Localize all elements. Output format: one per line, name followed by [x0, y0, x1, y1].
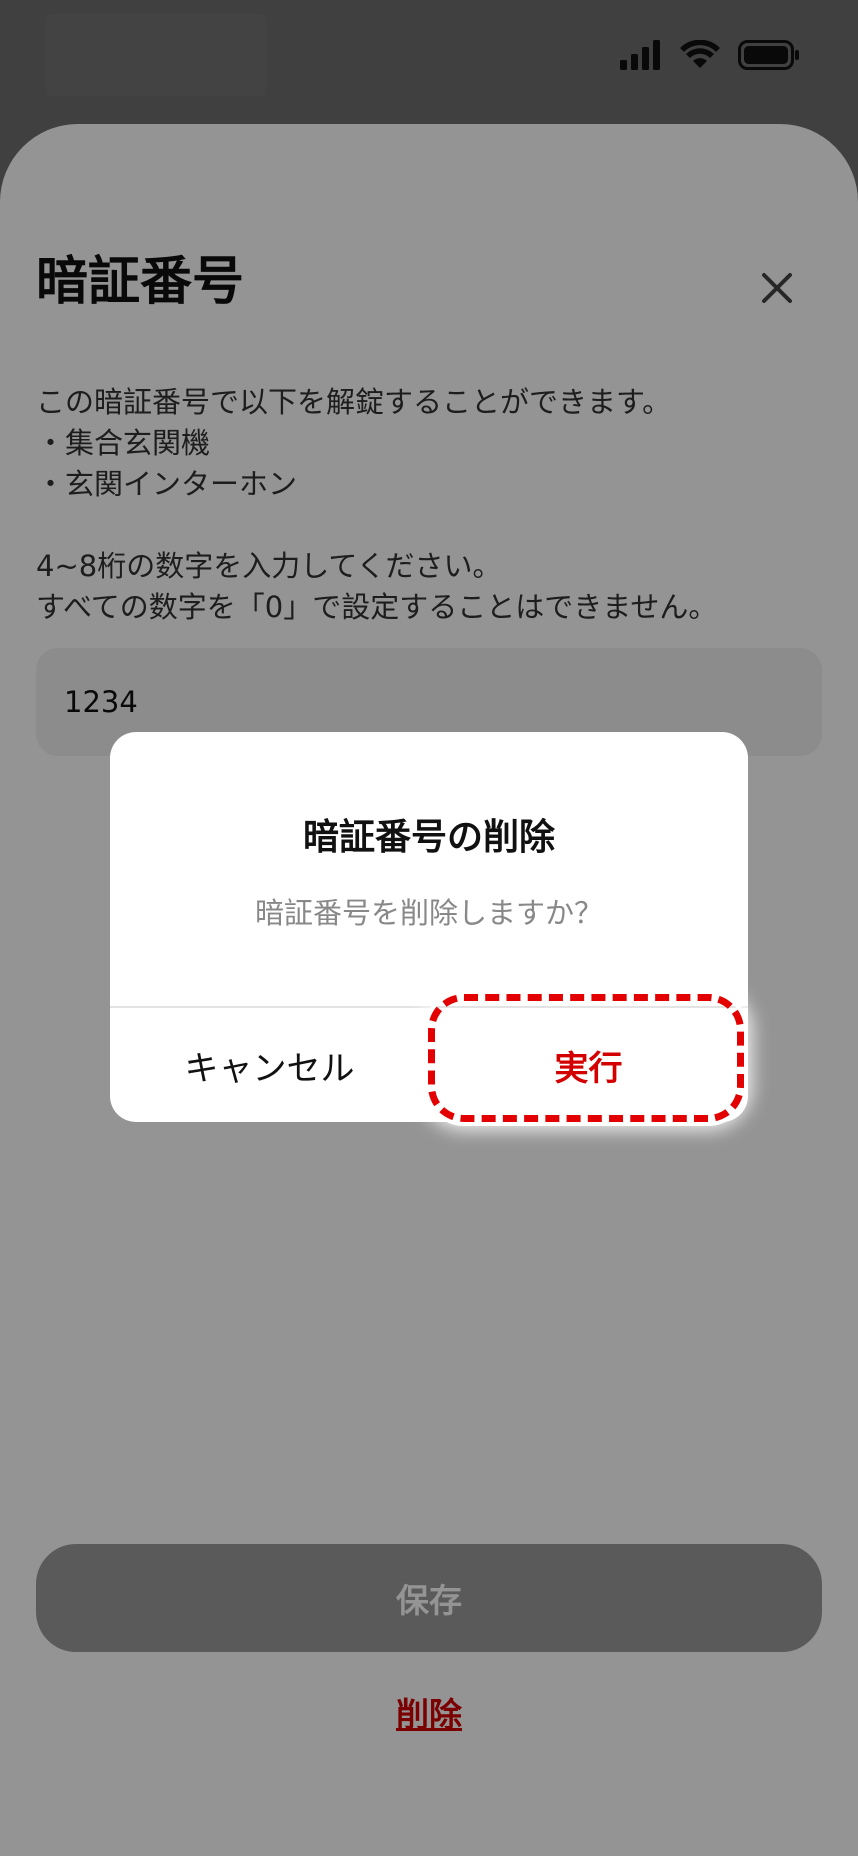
execute-button[interactable]: 実行 — [429, 1008, 748, 1122]
dialog-title: 暗証番号の削除 — [302, 817, 555, 858]
cancel-button[interactable]: キャンセル — [110, 1008, 429, 1122]
dialog-message: 暗証番号を削除しますか？ — [254, 896, 603, 930]
delete-confirm-dialog: 暗証番号の削除 暗証番号を削除しますか？ キャンセル 実行 — [110, 732, 748, 1122]
